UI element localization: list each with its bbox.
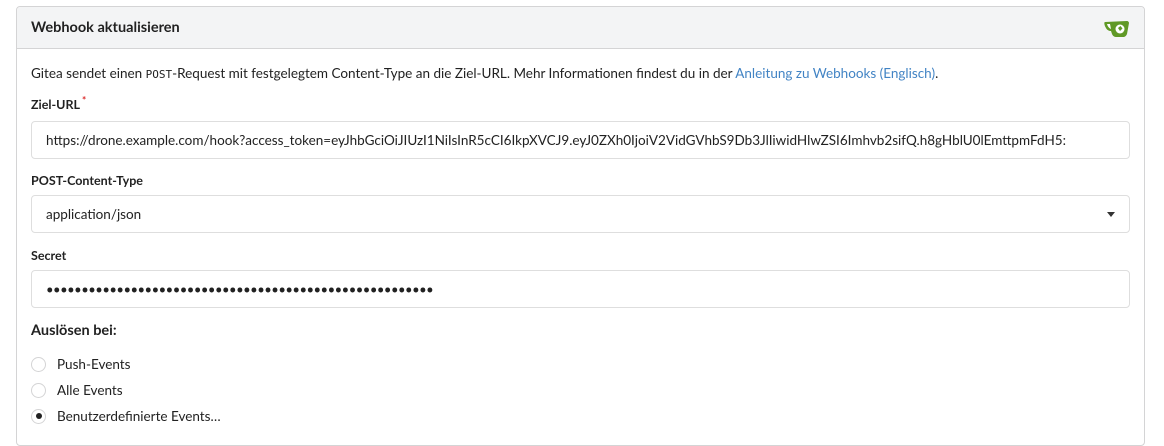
webhook-description: Gitea sendet einen POST-Request mit fest… [31, 65, 939, 81]
gitea-logo-icon [1104, 21, 1129, 37]
segment-header: Webhook aktualisieren [17, 7, 1144, 49]
required-asterisk: * [82, 95, 87, 107]
page-title: Webhook aktualisieren [31, 19, 180, 36]
post-code: POST [145, 68, 173, 81]
target-url-label: Ziel-URL * [31, 95, 87, 112]
radio-custom[interactable] [31, 408, 46, 424]
content-type-label: POST-Content-Type [31, 173, 143, 188]
trigger-option-push[interactable]: Push-Events [31, 355, 130, 373]
target-url-input[interactable]: https://drone.example.com/hook?access_to… [31, 121, 1130, 159]
secret-input[interactable]: ••••••••••••••••••••••••••••••••••••••••… [31, 270, 1130, 308]
secret-label: Secret [31, 248, 67, 263]
dropdown-caret-icon [1107, 212, 1115, 217]
radio-all[interactable] [31, 382, 46, 398]
trigger-option-all[interactable]: Alle Events [31, 381, 123, 399]
webhook-form-segment: Webhook aktualisieren Gitea sendet einen… [16, 6, 1145, 446]
content-type-dropdown[interactable]: application/json [31, 195, 1130, 233]
webhooks-guide-link[interactable]: Anleitung zu Webhooks (Englisch) [735, 65, 935, 81]
content-type-selected: application/json [46, 206, 142, 222]
trigger-title: Auslösen bei: [31, 322, 117, 339]
trigger-option-custom[interactable]: Benutzerdefinierte Events… [31, 407, 221, 425]
radio-push[interactable] [31, 356, 46, 372]
